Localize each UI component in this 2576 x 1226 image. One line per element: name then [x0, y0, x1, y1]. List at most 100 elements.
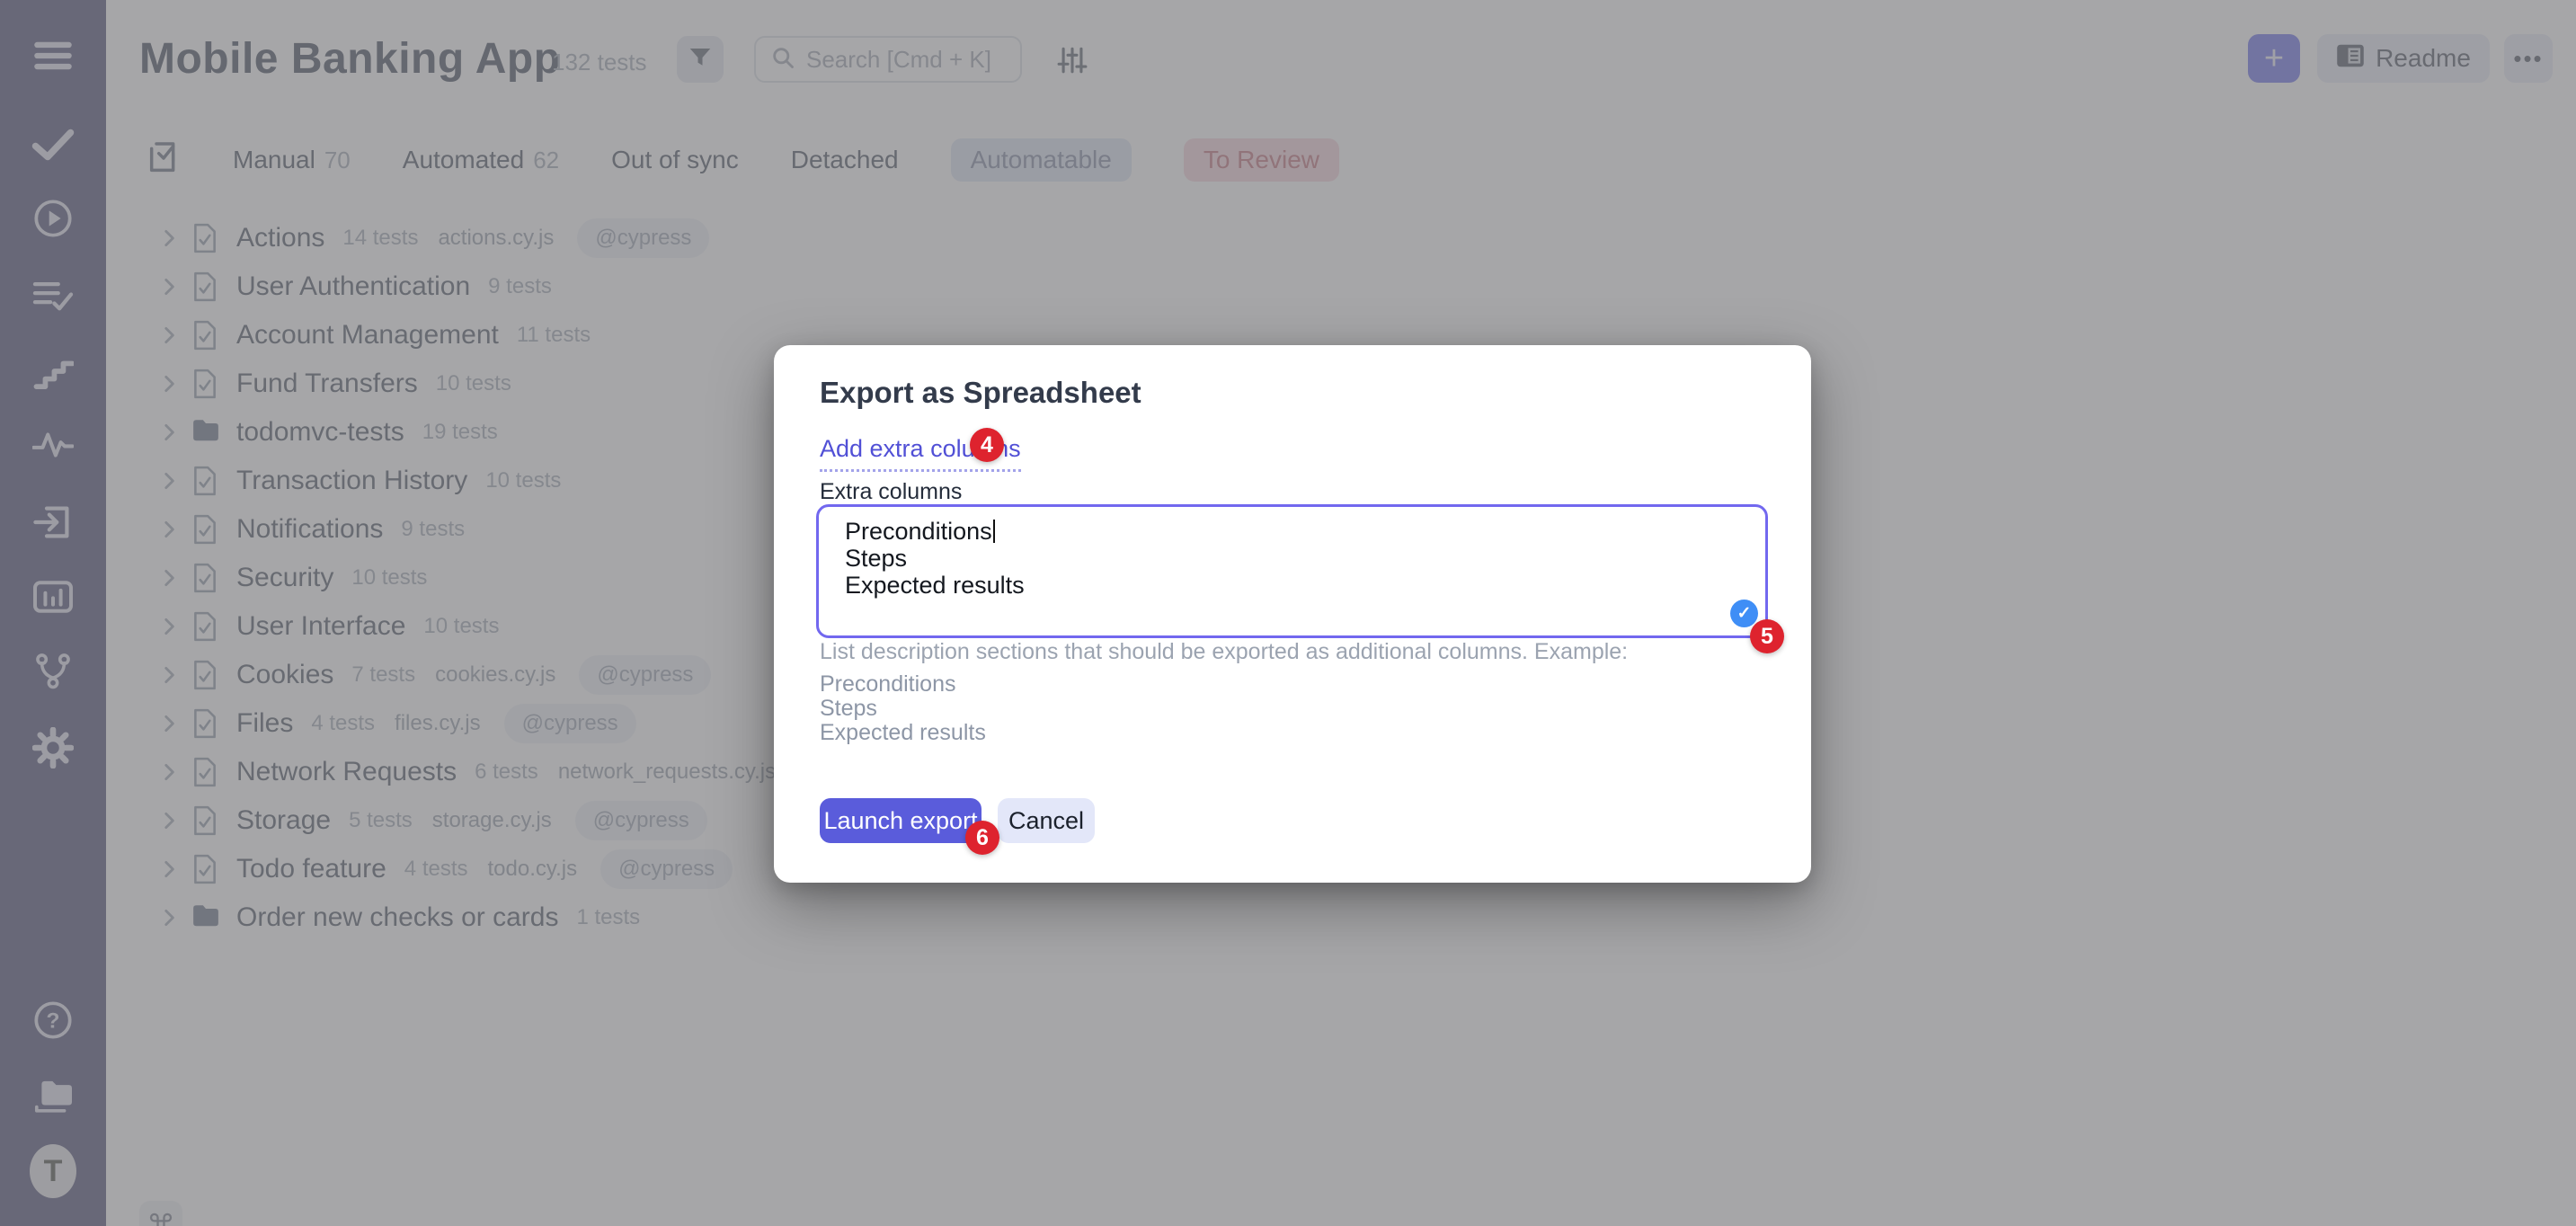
tour-step-badge-5: 5 [1750, 619, 1784, 653]
avatar[interactable]: T [30, 1148, 76, 1195]
add-button[interactable]: + [2248, 34, 2300, 83]
chevron-right-icon[interactable] [157, 615, 181, 638]
test-file-icon [191, 660, 220, 690]
chevron-right-icon[interactable] [157, 809, 181, 832]
tabs-bar: Manual 70 Automated 62 Out of sync [147, 137, 1339, 183]
cypress-tag: @cypress [579, 655, 711, 695]
test-file-icon [191, 854, 220, 884]
cypress-tag: @cypress [600, 849, 733, 889]
menu-icon[interactable] [30, 32, 76, 79]
modal-title: Export as Spreadsheet [820, 376, 1141, 410]
suite-test-count: 6 tests [475, 760, 538, 785]
tab-label: Detached [791, 146, 899, 174]
suite-name: Account Management [236, 320, 499, 351]
tab[interactable]: Out of sync [611, 146, 739, 174]
suite-row[interactable]: Actions 14 tests actions.cy.js @cypress [157, 214, 2540, 262]
more-button[interactable]: ••• [2504, 34, 2553, 83]
chevron-right-icon[interactable] [157, 421, 181, 444]
extra-columns-textarea[interactable]: Preconditions Steps Expected results [816, 504, 1768, 638]
chevron-right-icon[interactable] [157, 227, 181, 250]
git-branch-icon[interactable] [30, 647, 76, 694]
suite-name: Order new checks or cards [236, 902, 558, 933]
suite-name: Transaction History [236, 466, 467, 496]
tab-label: Out of sync [611, 146, 739, 174]
launch-export-button[interactable]: Launch export [820, 798, 982, 843]
test-file-icon [191, 223, 220, 253]
suite-test-count: 10 tests [485, 468, 561, 493]
chevron-right-icon[interactable] [157, 324, 181, 347]
tab-label: Manual [233, 146, 315, 174]
list-check-icon[interactable] [30, 272, 76, 319]
textarea-helper-text: List description sections that should be… [820, 639, 1628, 665]
chevron-right-icon[interactable] [157, 372, 181, 395]
command-icon: ⌘ [147, 1208, 175, 1226]
suite-name: User Authentication [236, 271, 470, 302]
tabs-list: Manual 70 Automated 62 Out of sync [233, 138, 1339, 182]
bar-chart-icon[interactable] [30, 573, 76, 620]
chevron-right-icon[interactable] [157, 275, 181, 298]
chevron-right-icon[interactable] [157, 906, 181, 929]
test-file-icon [191, 514, 220, 545]
suite-file-name: actions.cy.js [438, 226, 554, 251]
test-file-icon [191, 563, 220, 593]
keyboard-shortcuts-button[interactable]: ⌘ [139, 1201, 182, 1226]
sidebar: ? T [0, 0, 106, 1226]
tab-label: To Review [1204, 146, 1319, 174]
test-file-icon [191, 320, 220, 351]
suite-row[interactable]: User Authentication 9 tests [157, 262, 2540, 311]
filter-button[interactable] [677, 36, 724, 83]
suite-test-count: 10 tests [423, 614, 499, 639]
chevron-right-icon[interactable] [157, 566, 181, 590]
chevron-right-icon[interactable] [157, 712, 181, 735]
suite-test-count: 4 tests [311, 711, 375, 736]
text-caret [993, 520, 995, 543]
suite-file-name: files.cy.js [395, 711, 481, 736]
suite-test-count: 1 tests [576, 905, 640, 930]
tab[interactable]: Automatable [951, 138, 1132, 182]
tab[interactable]: Detached [791, 146, 899, 174]
suite-test-count: 19 tests [422, 420, 498, 445]
chevron-right-icon[interactable] [157, 663, 181, 687]
folders-icon[interactable] [30, 1072, 76, 1119]
tour-step-badge-6: 6 [965, 821, 999, 855]
chevron-right-icon[interactable] [157, 469, 181, 493]
steps-icon[interactable] [30, 348, 76, 395]
suite-name: Security [236, 563, 333, 593]
suite-test-count: 9 tests [401, 517, 465, 542]
search-placeholder: Search [Cmd + K] [806, 46, 991, 74]
chevron-right-icon[interactable] [157, 518, 181, 541]
tab[interactable]: Manual 70 [233, 146, 351, 174]
svg-text:?: ? [47, 1009, 60, 1034]
play-circle-icon[interactable] [30, 195, 76, 242]
textarea-line: Expected results [845, 572, 1765, 599]
search-input[interactable]: Search [Cmd + K] [754, 36, 1022, 83]
suite-name: Notifications [236, 514, 383, 545]
tab[interactable]: Automated 62 [403, 146, 559, 174]
suite-row[interactable]: Order new checks or cards 1 tests [157, 893, 2540, 942]
suite-test-count: 10 tests [351, 565, 427, 591]
readme-button[interactable]: Readme [2317, 34, 2490, 83]
suite-file-name: cookies.cy.js [435, 662, 555, 688]
pulse-icon[interactable] [30, 422, 76, 468]
suite-test-count: 9 tests [488, 274, 552, 299]
test-file-icon [191, 369, 220, 399]
cypress-tag: @cypress [577, 218, 709, 258]
sign-in-icon[interactable] [30, 499, 76, 546]
suite-file-name: todo.cy.js [488, 857, 578, 882]
tab-count: 70 [324, 147, 351, 174]
sliders-icon[interactable] [1054, 43, 1090, 77]
gear-icon[interactable] [30, 724, 76, 771]
suite-name: todomvc-tests [236, 417, 404, 448]
tab[interactable]: To Review [1184, 138, 1339, 182]
example-line: Expected results [820, 720, 986, 746]
suite-test-count: 10 tests [436, 371, 511, 396]
chevron-right-icon[interactable] [157, 760, 181, 784]
tests-check-icon[interactable] [30, 121, 76, 168]
chevron-right-icon[interactable] [157, 857, 181, 881]
search-icon [770, 45, 795, 75]
checklist-icon[interactable] [147, 140, 181, 181]
folder-icon [191, 417, 220, 448]
cancel-button[interactable]: Cancel [998, 798, 1095, 843]
tab-count: 62 [533, 147, 559, 174]
help-icon[interactable]: ? [30, 997, 76, 1044]
